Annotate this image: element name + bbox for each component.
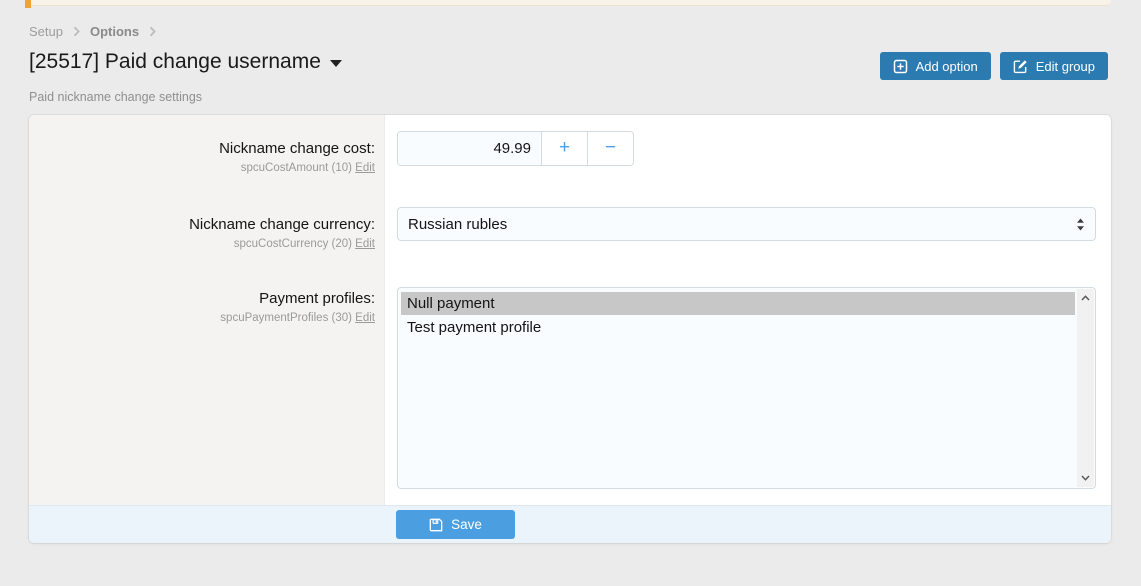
page-subtitle: Paid nickname change settings [29, 90, 202, 104]
cost-input[interactable] [398, 132, 541, 165]
currency-select[interactable]: Russian rubles [397, 207, 1096, 241]
save-button[interactable]: Save [396, 510, 515, 539]
payment-profiles-hint: spcuPaymentProfiles (30) Edit [29, 312, 375, 324]
select-updown-icon [1076, 218, 1085, 231]
add-option-label: Add option [916, 59, 978, 74]
add-option-button[interactable]: Add option [880, 52, 991, 80]
currency-hint-text: spcuCostCurrency (20) [234, 238, 352, 250]
breadcrumb-setup[interactable]: Setup [29, 24, 63, 39]
chevron-right-icon [73, 26, 80, 37]
decrement-button[interactable]: − [587, 132, 633, 165]
currency-hint: spcuCostCurrency (20) Edit [29, 238, 375, 250]
currency-edit-link[interactable]: Edit [355, 238, 375, 250]
edit-group-label: Edit group [1036, 59, 1095, 74]
payment-profiles-label: Payment profiles: [29, 290, 375, 307]
page-title[interactable]: [25517] Paid change username [29, 50, 342, 74]
header-accent-marker [25, 0, 31, 8]
scroll-down-icon[interactable] [1077, 470, 1094, 486]
scroll-up-icon[interactable] [1077, 290, 1094, 306]
payment-profiles-listbox[interactable]: Null payment Test payment profile [397, 287, 1096, 489]
header-bottom-strip [25, 0, 1111, 6]
list-item[interactable]: Null payment [401, 292, 1075, 315]
cost-hint: spcuCostAmount (10) Edit [29, 162, 375, 174]
currency-label: Nickname change currency: [29, 216, 375, 233]
pencil-square-icon [1013, 59, 1028, 74]
breadcrumb: Setup Options [29, 24, 156, 39]
header-actions: Add option Edit group [880, 52, 1108, 80]
cost-stepper: + − [397, 131, 634, 166]
floppy-disk-icon [429, 518, 443, 532]
edit-group-button[interactable]: Edit group [1000, 52, 1108, 80]
cost-edit-link[interactable]: Edit [355, 162, 375, 174]
chevron-down-icon [330, 60, 342, 67]
save-footer: Save [29, 505, 1111, 543]
payment-profiles-hint-text: spcuPaymentProfiles (30) [220, 312, 352, 324]
currency-select-value: Russian rubles [408, 216, 507, 233]
page-title-text: [25517] Paid change username [29, 50, 321, 74]
breadcrumb-options[interactable]: Options [90, 24, 139, 39]
increment-button[interactable]: + [541, 132, 587, 165]
listbox-options: Null payment Test payment profile [401, 292, 1075, 340]
listbox-scrollbar[interactable] [1077, 289, 1094, 487]
save-button-label: Save [451, 517, 482, 532]
chevron-right-icon [149, 26, 156, 37]
cost-hint-text: spcuCostAmount (10) [241, 162, 352, 174]
list-item[interactable]: Test payment profile [401, 316, 1075, 339]
cost-label: Nickname change cost: [29, 140, 375, 157]
payment-profiles-edit-link[interactable]: Edit [355, 312, 375, 324]
plus-square-icon [893, 59, 908, 74]
option-group-card: Nickname change cost: spcuCostAmount (10… [29, 115, 1111, 543]
